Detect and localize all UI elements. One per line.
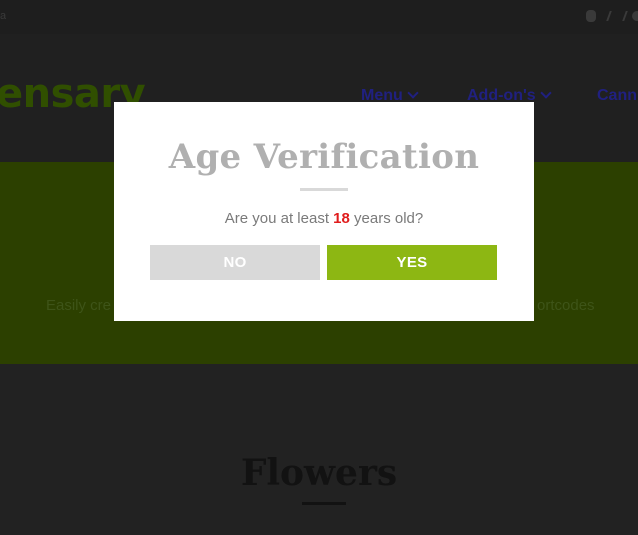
age-question: Are you at least 18 years old? — [114, 209, 534, 229]
mastodon-icon[interactable] — [608, 9, 622, 23]
age-value: 18 — [333, 210, 350, 227]
hero-subtitle: Easily cre — [46, 297, 112, 314]
age-question-prefix: Are you at least — [224, 210, 334, 227]
top-bar-left-text: a — [0, 10, 6, 22]
modal-title: Age Verification — [168, 137, 480, 177]
age-question-suffix: years old? — [349, 210, 424, 227]
yes-button[interactable]: YES — [327, 245, 497, 280]
social-icons — [584, 9, 638, 23]
facebook-icon[interactable] — [584, 9, 598, 23]
chevron-down-icon — [540, 87, 552, 99]
chevron-down-icon — [407, 87, 419, 99]
social-icon[interactable] — [632, 9, 638, 23]
page: a ensary Menu Add-on's Cann Easily cre o… — [0, 0, 638, 535]
nav-item-label: Cann — [597, 87, 637, 104]
nav-item-cann[interactable]: Cann — [597, 86, 637, 106]
modal-divider — [300, 188, 348, 191]
top-bar: a — [0, 0, 638, 34]
no-button[interactable]: NO — [150, 245, 320, 280]
section-divider — [302, 502, 346, 505]
hero-subtitle-right: ortcodes — [537, 297, 595, 314]
section-title: Flowers — [240, 452, 398, 494]
